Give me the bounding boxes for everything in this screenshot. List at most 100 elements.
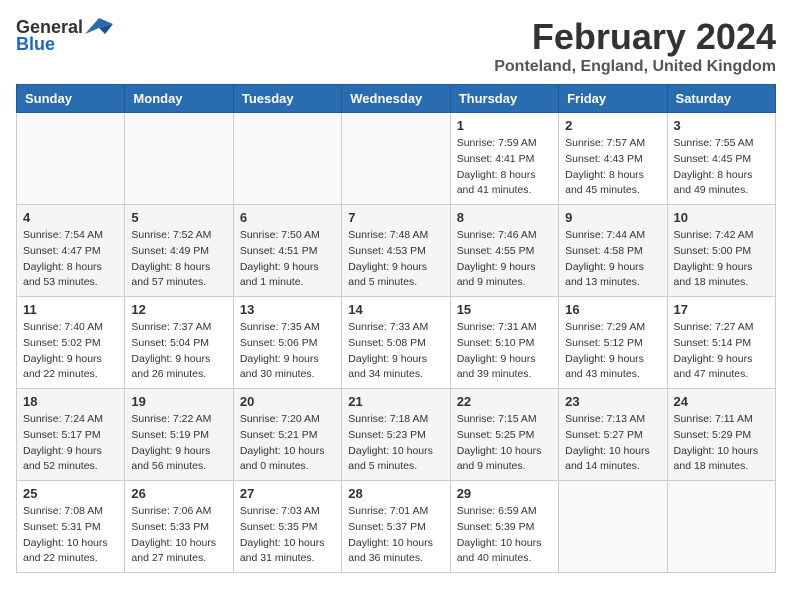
day-info: Sunrise: 7:03 AM Sunset: 5:35 PM Dayligh…: [240, 504, 335, 567]
weekday-header-wednesday: Wednesday: [342, 85, 450, 113]
day-info: Sunrise: 7:54 AM Sunset: 4:47 PM Dayligh…: [23, 228, 118, 291]
calendar-cell: 15 Sunrise: 7:31 AM Sunset: 5:10 PM Dayli…: [450, 297, 558, 389]
day-number: 9: [565, 210, 660, 225]
day-info: Sunrise: 7:55 AM Sunset: 4:45 PM Dayligh…: [674, 136, 769, 199]
day-info: Sunrise: 7:24 AM Sunset: 5:17 PM Dayligh…: [23, 412, 118, 475]
calendar-cell: 1 Sunrise: 7:59 AM Sunset: 4:41 PM Daylig…: [450, 113, 558, 205]
day-number: 10: [674, 210, 769, 225]
day-number: 26: [131, 486, 226, 501]
calendar-cell: 27 Sunrise: 7:03 AM Sunset: 5:35 PM Dayli…: [233, 481, 341, 573]
day-info: Sunrise: 7:48 AM Sunset: 4:53 PM Dayligh…: [348, 228, 443, 291]
day-info: Sunrise: 7:46 AM Sunset: 4:55 PM Dayligh…: [457, 228, 552, 291]
weekday-header-saturday: Saturday: [667, 85, 775, 113]
day-info: Sunrise: 7:50 AM Sunset: 4:51 PM Dayligh…: [240, 228, 335, 291]
day-info: Sunrise: 7:13 AM Sunset: 5:27 PM Dayligh…: [565, 412, 660, 475]
day-number: 24: [674, 394, 769, 409]
day-number: 22: [457, 394, 552, 409]
calendar-cell: 9 Sunrise: 7:44 AM Sunset: 4:58 PM Daylig…: [559, 205, 667, 297]
calendar-cell: 14Sunrise: 7:33 AM Sunset: 5:08 PM Dayli…: [342, 297, 450, 389]
calendar-cell: 3 Sunrise: 7:55 AM Sunset: 4:45 PM Daylig…: [667, 113, 775, 205]
logo-text-blue: Blue: [16, 34, 55, 55]
day-info: Sunrise: 7:06 AM Sunset: 5:33 PM Dayligh…: [131, 504, 226, 567]
calendar-cell: 17 Sunrise: 7:27 AM Sunset: 5:14 PM Dayli…: [667, 297, 775, 389]
calendar-cell: 29 Sunrise: 6:59 AM Sunset: 5:39 PM Dayli…: [450, 481, 558, 573]
day-number: 1: [457, 118, 552, 133]
day-info: Sunrise: 7:37 AM Sunset: 5:04 PM Dayligh…: [131, 320, 226, 383]
calendar-cell: 2Sunrise: 7:57 AM Sunset: 4:43 PM Daylig…: [559, 113, 667, 205]
day-number: 3: [674, 118, 769, 133]
calendar-cell: 23 Sunrise: 7:13 AM Sunset: 5:27 PM Dayli…: [559, 389, 667, 481]
calendar-cell: 7 Sunrise: 7:48 AM Sunset: 4:53 PM Daylig…: [342, 205, 450, 297]
calendar-cell: 11 Sunrise: 7:40 AM Sunset: 5:02 PM Dayli…: [17, 297, 125, 389]
calendar-week-5: 25 Sunrise: 7:08 AM Sunset: 5:31 PM Dayli…: [17, 481, 776, 573]
day-number: 12: [131, 302, 226, 317]
day-number: 23: [565, 394, 660, 409]
day-info: Sunrise: 7:52 AM Sunset: 4:49 PM Dayligh…: [131, 228, 226, 291]
weekday-header-monday: Monday: [125, 85, 233, 113]
day-info: Sunrise: 7:33 AM Sunset: 5:08 PM Dayligh…: [348, 320, 443, 383]
calendar-cell: [125, 113, 233, 205]
day-info: Sunrise: 7:29 AM Sunset: 5:12 PM Dayligh…: [565, 320, 660, 383]
day-number: 29: [457, 486, 552, 501]
day-number: 27: [240, 486, 335, 501]
calendar-cell: 22 Sunrise: 7:15 AM Sunset: 5:25 PM Dayli…: [450, 389, 558, 481]
calendar-cell: 25 Sunrise: 7:08 AM Sunset: 5:31 PM Dayli…: [17, 481, 125, 573]
day-info: Sunrise: 7:40 AM Sunset: 5:02 PM Dayligh…: [23, 320, 118, 383]
calendar-week-3: 11 Sunrise: 7:40 AM Sunset: 5:02 PM Dayli…: [17, 297, 776, 389]
calendar-week-2: 4 Sunrise: 7:54 AM Sunset: 4:47 PM Daylig…: [17, 205, 776, 297]
day-number: 25: [23, 486, 118, 501]
day-info: Sunrise: 7:01 AM Sunset: 5:37 PM Dayligh…: [348, 504, 443, 567]
day-info: Sunrise: 7:20 AM Sunset: 5:21 PM Dayligh…: [240, 412, 335, 475]
day-info: Sunrise: 7:22 AM Sunset: 5:19 PM Dayligh…: [131, 412, 226, 475]
day-number: 2: [565, 118, 660, 133]
logo: General Blue: [16, 16, 113, 55]
calendar-cell: 20Sunrise: 7:20 AM Sunset: 5:21 PM Dayli…: [233, 389, 341, 481]
day-info: Sunrise: 7:59 AM Sunset: 4:41 PM Dayligh…: [457, 136, 552, 199]
day-info: Sunrise: 7:11 AM Sunset: 5:29 PM Dayligh…: [674, 412, 769, 475]
day-number: 28: [348, 486, 443, 501]
calendar-cell: 26 Sunrise: 7:06 AM Sunset: 5:33 PM Dayli…: [125, 481, 233, 573]
calendar-cell: [17, 113, 125, 205]
calendar-cell: 12 Sunrise: 7:37 AM Sunset: 5:04 PM Dayli…: [125, 297, 233, 389]
calendar-cell: 13 Sunrise: 7:35 AM Sunset: 5:06 PM Dayli…: [233, 297, 341, 389]
day-number: 15: [457, 302, 552, 317]
day-info: Sunrise: 7:27 AM Sunset: 5:14 PM Dayligh…: [674, 320, 769, 383]
day-number: 18: [23, 394, 118, 409]
day-number: 4: [23, 210, 118, 225]
day-info: Sunrise: 7:15 AM Sunset: 5:25 PM Dayligh…: [457, 412, 552, 475]
calendar-week-1: 1 Sunrise: 7:59 AM Sunset: 4:41 PM Daylig…: [17, 113, 776, 205]
day-number: 7: [348, 210, 443, 225]
day-number: 16: [565, 302, 660, 317]
calendar-cell: 16 Sunrise: 7:29 AM Sunset: 5:12 PM Dayli…: [559, 297, 667, 389]
day-number: 17: [674, 302, 769, 317]
calendar-cell: 5Sunrise: 7:52 AM Sunset: 4:49 PM Daylig…: [125, 205, 233, 297]
weekday-header-friday: Friday: [559, 85, 667, 113]
weekday-header-sunday: Sunday: [17, 85, 125, 113]
day-info: Sunrise: 7:31 AM Sunset: 5:10 PM Dayligh…: [457, 320, 552, 383]
day-info: Sunrise: 7:18 AM Sunset: 5:23 PM Dayligh…: [348, 412, 443, 475]
calendar-cell: [233, 113, 341, 205]
calendar-cell: 21 Sunrise: 7:18 AM Sunset: 5:23 PM Dayli…: [342, 389, 450, 481]
calendar-cell: 28 Sunrise: 7:01 AM Sunset: 5:37 PM Dayli…: [342, 481, 450, 573]
calendar-cell: 18 Sunrise: 7:24 AM Sunset: 5:17 PM Dayli…: [17, 389, 125, 481]
header: General Blue February 2024 Ponteland, En…: [16, 16, 776, 76]
day-info: Sunrise: 7:08 AM Sunset: 5:31 PM Dayligh…: [23, 504, 118, 567]
weekday-header-tuesday: Tuesday: [233, 85, 341, 113]
day-number: 13: [240, 302, 335, 317]
calendar-cell: [667, 481, 775, 573]
calendar-week-4: 18 Sunrise: 7:24 AM Sunset: 5:17 PM Dayli…: [17, 389, 776, 481]
calendar-cell: [559, 481, 667, 573]
day-info: Sunrise: 6:59 AM Sunset: 5:39 PM Dayligh…: [457, 504, 552, 567]
day-number: 11: [23, 302, 118, 317]
weekday-header-thursday: Thursday: [450, 85, 558, 113]
calendar-cell: 6 Sunrise: 7:50 AM Sunset: 4:51 PM Daylig…: [233, 205, 341, 297]
day-info: Sunrise: 7:35 AM Sunset: 5:06 PM Dayligh…: [240, 320, 335, 383]
subtitle: Ponteland, England, United Kingdom: [494, 58, 776, 76]
day-number: 21: [348, 394, 443, 409]
calendar-cell: [342, 113, 450, 205]
day-info: Sunrise: 7:44 AM Sunset: 4:58 PM Dayligh…: [565, 228, 660, 291]
day-number: 19: [131, 394, 226, 409]
day-number: 6: [240, 210, 335, 225]
weekday-header-row: SundayMondayTuesdayWednesdayThursdayFrid…: [17, 85, 776, 113]
day-number: 8: [457, 210, 552, 225]
